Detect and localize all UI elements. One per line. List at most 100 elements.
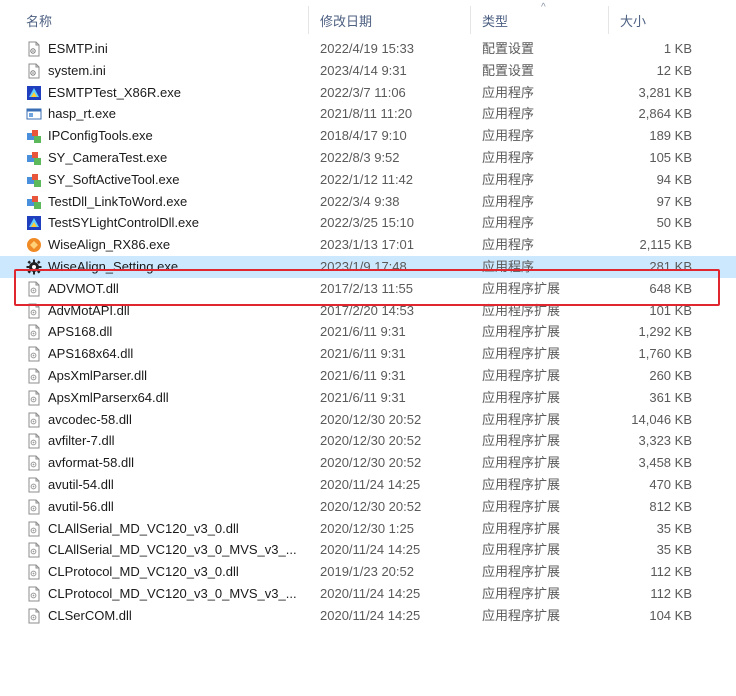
file-name: CLProtocol_MD_VC120_v3_0.dll [48, 564, 239, 580]
column-divider[interactable] [608, 6, 609, 34]
ini-file-icon [26, 63, 42, 79]
file-row[interactable]: APS168.dll 2021/6/11 9:31 应用程序扩展 1,292 KB [0, 321, 736, 343]
file-row[interactable]: ApsXmlParserx64.dll 2021/6/11 9:31 应用程序扩展 3… [0, 387, 736, 409]
column-divider[interactable] [308, 6, 309, 34]
file-row[interactable]: IPConfigTools.exe 2018/4/17 9:10 应用程序 189 K… [0, 125, 736, 147]
file-type: 应用程序扩展 [482, 302, 561, 318]
file-name: avutil-54.dll [48, 476, 114, 492]
file-row[interactable]: system.ini 2023/4/14 9:31 配置设置 12 KB [0, 60, 736, 82]
file-size: 2,115 KB [639, 237, 692, 253]
file-date-modified: 2017/2/13 11:55 [320, 280, 414, 296]
file-row[interactable]: hasp_rt.exe 2021/8/11 11:20 应用程序 2,864 KB [0, 103, 736, 125]
file-date-modified: 2020/11/24 14:25 [320, 542, 421, 558]
file-row[interactable]: ApsXmlParser.dll 2021/6/11 9:31 应用程序扩展 260 … [0, 365, 736, 387]
file-size: 3,323 KB [638, 433, 693, 449]
file-row[interactable]: APS168x64.dll 2021/6/11 9:31 应用程序扩展 1,760 K… [0, 343, 736, 365]
file-row[interactable]: avutil-56.dll 2020/12/30 20:52 应用程序扩展 812 K… [0, 496, 736, 518]
file-row[interactable]: CLProtocol_MD_VC120_v3_0.dll 2019/1/23 20… [0, 561, 736, 583]
file-row[interactable]: ESMTPTest_X86R.exe 2022/3/7 11:06 应用程序 3,28… [0, 82, 736, 104]
app-generic-icon [26, 150, 42, 166]
file-type: 应用程序扩展 [482, 280, 561, 296]
dll-file-icon [26, 281, 42, 297]
file-date-modified: 2021/8/11 11:20 [320, 106, 413, 122]
file-row[interactable]: WiseAlign_RX86.exe 2023/1/13 17:01 应用程序 2,1… [0, 234, 736, 256]
file-row[interactable]: ESMTP.ini 2022/4/19 15:33 配置设置 1 KB [0, 38, 736, 60]
app-orange-icon [26, 237, 42, 253]
file-name: avfilter-7.dll [48, 433, 115, 449]
file-size: 1,760 KB [638, 346, 693, 362]
file-row[interactable]: SY_CameraTest.exe 2022/8/3 9:52 应用程序 105 KB [0, 147, 736, 169]
file-type: 应用程序扩展 [482, 520, 561, 536]
app-blue-icon [26, 85, 42, 101]
file-size: 3,458 KB [638, 455, 693, 471]
file-name: AdvMotAPI.dll [48, 302, 130, 318]
column-header-name[interactable]: 名称 [26, 11, 52, 30]
file-name: CLAllSerial_MD_VC120_v3_0_MVS_v3_... [48, 542, 297, 558]
file-row[interactable]: avfilter-7.dll 2020/12/30 20:52 应用程序扩展 3,32… [0, 430, 736, 452]
file-size: 12 KB [656, 62, 692, 78]
file-date-modified: 2022/3/4 9:38 [320, 193, 400, 209]
file-type: 应用程序扩展 [482, 455, 561, 471]
app-blue-icon [26, 215, 42, 231]
file-date-modified: 2020/11/24 14:25 [320, 607, 421, 623]
file-date-modified: 2023/4/14 9:31 [320, 62, 407, 78]
file-type: 应用程序扩展 [482, 607, 561, 623]
file-size: 101 KB [649, 302, 692, 318]
file-type: 应用程序扩展 [482, 542, 561, 558]
file-size: 105 KB [649, 149, 692, 165]
file-row-selected[interactable]: WiseAlign_Setting.exe 2023/1/9 17:48 应用程序 2… [0, 255, 736, 278]
file-name: SY_CameraTest.exe [48, 149, 168, 165]
file-date-modified: 2020/12/30 20:52 [320, 433, 422, 449]
file-type: 应用程序扩展 [482, 367, 561, 383]
dll-file-icon [26, 346, 42, 362]
column-header-size[interactable]: 大小 [620, 11, 646, 30]
file-name: ApsXmlParserx64.dll [48, 389, 169, 405]
file-row[interactable]: CLSerCOM.dll 2020/11/24 14:25 应用程序扩展 104 KB [0, 605, 736, 627]
file-name: avutil-56.dll [48, 498, 114, 514]
column-header-bar: 名称 修改日期 类型 ^ 大小 [0, 0, 736, 38]
file-date-modified: 2022/8/3 9:52 [320, 149, 400, 165]
file-row[interactable]: avutil-54.dll 2020/11/24 14:25 应用程序扩展 470 K… [0, 474, 736, 496]
file-type: 应用程序扩展 [482, 324, 561, 340]
file-type: 应用程序扩展 [482, 564, 561, 580]
column-header-type[interactable]: 类型 [482, 11, 508, 30]
file-date-modified: 2020/12/30 20:52 [320, 411, 422, 427]
file-size: 112 KB [650, 564, 692, 580]
file-date-modified: 2021/6/11 9:31 [320, 346, 406, 362]
file-row[interactable]: avformat-58.dll 2020/12/30 20:52 应用程序扩展 3,4… [0, 452, 736, 474]
file-row[interactable]: ADVMOT.dll 2017/2/13 11:55 应用程序扩展 648 KB [0, 278, 736, 300]
dll-file-icon [26, 412, 42, 428]
file-name: WiseAlign_Setting.exe [48, 258, 179, 274]
dll-file-icon [26, 324, 42, 340]
file-size: 648 KB [649, 280, 692, 296]
file-type: 应用程序 [482, 84, 535, 100]
file-name: ESMTPTest_X86R.exe [48, 84, 181, 100]
file-type: 应用程序 [482, 106, 535, 122]
file-row[interactable]: CLAllSerial_MD_VC120_v3_0.dll 2020/12/30 … [0, 518, 736, 540]
file-row[interactable]: avcodec-58.dll 2020/12/30 20:52 应用程序扩展 14,0… [0, 409, 736, 431]
column-divider[interactable] [470, 6, 471, 34]
file-name: ADVMOT.dll [48, 280, 119, 296]
file-date-modified: 2023/1/13 17:01 [320, 237, 414, 253]
file-row[interactable]: TestDll_LinkToWord.exe 2022/3/4 9:38 应用程序 9… [0, 191, 736, 213]
file-name: CLAllSerial_MD_VC120_v3_0.dll [48, 520, 239, 536]
sort-ascending-icon: ^ [541, 2, 546, 13]
file-row[interactable]: AdvMotAPI.dll 2017/2/20 14:53 应用程序扩展 101 KB [0, 300, 736, 322]
file-row[interactable]: CLProtocol_MD_VC120_v3_0_MVS_v3_... 2020/… [0, 583, 736, 605]
file-size: 281 KB [649, 258, 692, 274]
file-name: system.ini [48, 62, 106, 78]
file-row[interactable]: TestSYLightControlDll.exe 2022/3/25 15:10… [0, 212, 736, 234]
dll-file-icon [26, 433, 42, 449]
file-date-modified: 2020/12/30 20:52 [320, 455, 422, 471]
dll-file-icon [26, 521, 42, 537]
file-size: 35 KB [656, 542, 692, 558]
dll-file-icon [26, 390, 42, 406]
file-row[interactable]: CLAllSerial_MD_VC120_v3_0_MVS_v3_... 2020… [0, 539, 736, 561]
dll-file-icon [26, 542, 42, 558]
file-type: 配置设置 [482, 41, 535, 56]
file-date-modified: 2021/6/11 9:31 [320, 367, 406, 383]
column-header-date-modified[interactable]: 修改日期 [320, 11, 372, 30]
file-name: avformat-58.dll [48, 455, 134, 471]
gear-icon [26, 259, 42, 275]
file-row[interactable]: SY_SoftActiveTool.exe 2022/1/12 11:42 应用程序… [0, 169, 736, 191]
